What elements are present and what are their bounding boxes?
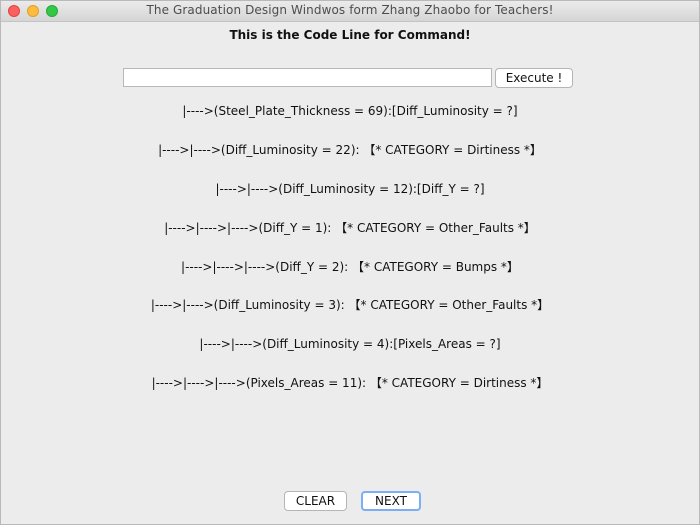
rule-line: |---->|---->|---->(Diff_Y = 2): 【* CATEG… [181, 259, 519, 274]
rule-line: |---->|---->|---->(Diff_Y = 1): 【* CATEG… [164, 220, 536, 235]
command-input[interactable] [123, 68, 492, 87]
window-title: The Graduation Design Windwos form Zhang… [146, 3, 554, 17]
app-window: The Graduation Design Windwos form Zhang… [0, 0, 700, 525]
rule-line: |---->|---->|---->(Pixels_Areas = 11): 【… [151, 376, 549, 391]
next-button[interactable]: NEXT [361, 491, 421, 511]
clear-button[interactable]: CLEAR [284, 491, 347, 511]
rule-line: |---->|---->(Diff_Luminosity = 4):[Pixel… [199, 337, 501, 352]
rule-line: |---->|---->(Diff_Luminosity = 3): 【* CA… [150, 298, 550, 313]
rule-line: |---->(Steel_Plate_Thickness = 69):[Diff… [182, 104, 518, 118]
title-bar[interactable]: The Graduation Design Windwos form Zhang… [1, 1, 699, 22]
rule-line: |---->|---->(Diff_Luminosity = 22): 【* C… [158, 142, 542, 157]
rule-list: |---->(Steel_Plate_Thickness = 69):[Diff… [1, 103, 699, 414]
rule-line: |---->|---->(Diff_Luminosity = 12):[Diff… [215, 181, 485, 196]
execute-button[interactable]: Execute ! [495, 68, 573, 88]
page-heading: This is the Code Line for Command! [229, 28, 471, 42]
